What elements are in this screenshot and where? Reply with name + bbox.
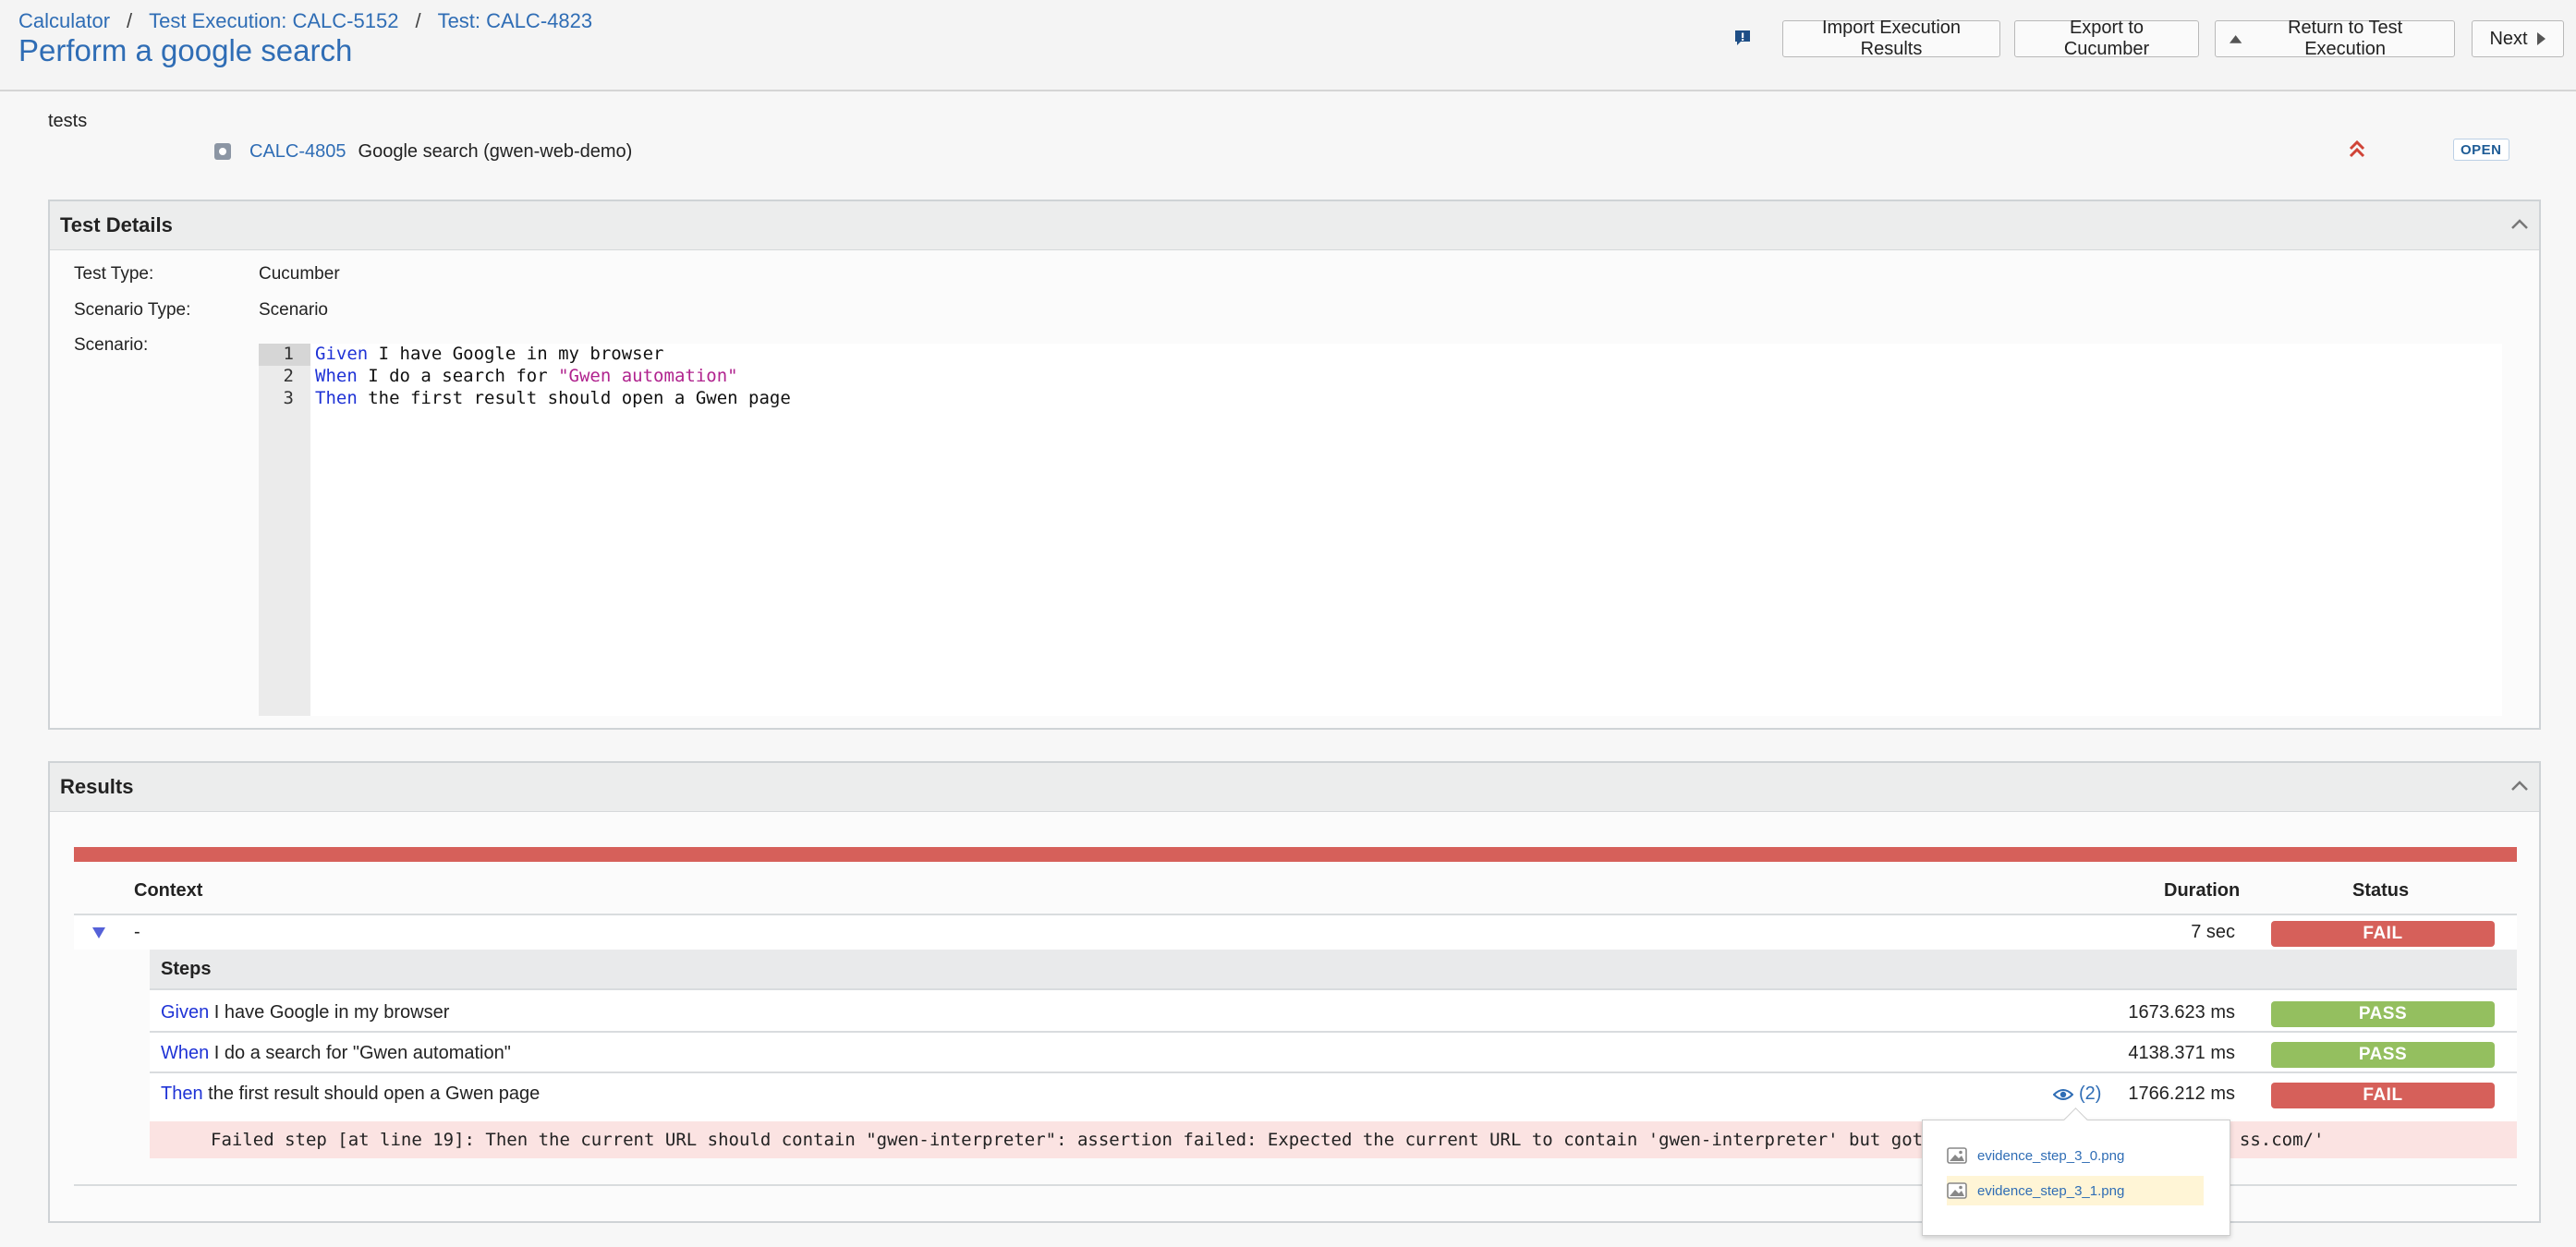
- return-to-test-execution-button[interactable]: Return to Test Execution: [2215, 18, 2455, 59]
- code-line: Then the first result should open a Gwen…: [315, 388, 791, 408]
- step-text: Then the first result should open a Gwen…: [161, 1084, 541, 1104]
- code-line: When I do a search for "Gwen automation": [315, 366, 738, 386]
- evidence-file-link[interactable]: evidence_step_3_0.png: [1947, 1141, 2204, 1170]
- test-type-value: Cucumber: [259, 264, 340, 284]
- code-line: Given I have Google in my browser: [315, 344, 664, 364]
- scenario-code-editor[interactable]: 1 2 3 Given I have Google in my browser …: [259, 344, 2502, 716]
- context-value: -: [134, 922, 140, 942]
- breadcrumb: Calculator / Test Execution: CALC-5152/Tes…: [18, 9, 593, 32]
- linked-test-row: CALC-4805 Google search (gwen-web-demo): [214, 139, 632, 164]
- test-issue-type-icon: [214, 143, 231, 160]
- chevron-up-icon[interactable]: [2509, 776, 2530, 796]
- expand-toggle-icon[interactable]: [91, 926, 107, 940]
- evidence-popup: evidence_step_3_0.png evidence_step_3_1.…: [1922, 1120, 2230, 1236]
- page-header: Calculator / Test Execution: CALC-5152/Tes…: [0, 0, 2576, 91]
- step-text: When I do a search for "Gwen automation": [161, 1043, 511, 1063]
- page-title: Perform a google search: [18, 33, 353, 67]
- test-details-title: Test Details: [60, 213, 173, 236]
- line-number: 3: [283, 388, 294, 408]
- steps-header: Steps: [150, 950, 2517, 990]
- eye-icon: [2053, 1088, 2073, 1100]
- overall-status-bar: [74, 847, 2517, 862]
- scenario-label: Scenario:: [74, 335, 149, 355]
- test-details-header[interactable]: Test Details: [50, 201, 2539, 250]
- scenario-type-label: Scenario Type:: [74, 300, 191, 320]
- next-label: Next: [2489, 28, 2528, 49]
- linked-test-key-link[interactable]: CALC-4805: [249, 141, 346, 163]
- status-lozenge: OPEN: [2453, 139, 2509, 161]
- breadcrumb-test-link[interactable]: Test: CALC-4823: [438, 9, 593, 32]
- chevron-up-icon[interactable]: [2509, 214, 2530, 235]
- context-duration: 7 sec: [2191, 922, 2235, 942]
- linked-test-summary: Google search (gwen-web-demo): [358, 140, 633, 162]
- export-to-cucumber-button[interactable]: Export to Cucumber: [2014, 18, 2199, 59]
- image-icon: [1947, 1182, 1967, 1199]
- breadcrumb-project-link[interactable]: Calculator: [18, 9, 110, 32]
- context-column-header: Context: [134, 880, 203, 901]
- status-badge: PASS: [2271, 1001, 2495, 1027]
- line-number: 2: [283, 366, 294, 386]
- test-details-panel: Test Details Test Type: Cucumber Scenari…: [48, 200, 2541, 730]
- duration-column-header: Duration: [2164, 880, 2241, 901]
- next-button[interactable]: Next: [2472, 20, 2564, 57]
- results-title: Results: [60, 775, 134, 798]
- step-text: Given I have Google in my browser: [161, 1002, 450, 1023]
- step-duration: 4138.371 ms: [2128, 1043, 2235, 1063]
- status-badge: FAIL: [2271, 1083, 2495, 1108]
- image-icon: [1947, 1147, 1967, 1164]
- results-header[interactable]: Results: [50, 763, 2539, 812]
- line-number: 1: [283, 344, 294, 364]
- scenario-type-value: Scenario: [259, 300, 328, 320]
- triangle-up-icon: [2229, 35, 2242, 43]
- status-badge: PASS: [2271, 1042, 2495, 1068]
- breadcrumb-execution-link[interactable]: Test Execution: CALC-5152: [149, 9, 398, 32]
- triangle-right-icon: [2536, 32, 2546, 45]
- feedback-icon[interactable]: [1733, 29, 1752, 47]
- status-badge: FAIL: [2271, 921, 2495, 947]
- test-type-label: Test Type:: [74, 264, 154, 284]
- step-duration: 1673.623 ms: [2128, 1002, 2235, 1023]
- tests-section-label: tests: [48, 111, 88, 131]
- evidence-file-link[interactable]: evidence_step_3_1.png: [1947, 1176, 2204, 1205]
- import-execution-results-button[interactable]: Import Execution Results: [1782, 18, 2000, 59]
- step-duration: 1766.212 ms: [2128, 1084, 2235, 1104]
- priority-highest-icon: [2349, 139, 2365, 158]
- status-column-header: Status: [2352, 880, 2410, 901]
- return-label: Return to Test Execution: [2288, 18, 2403, 59]
